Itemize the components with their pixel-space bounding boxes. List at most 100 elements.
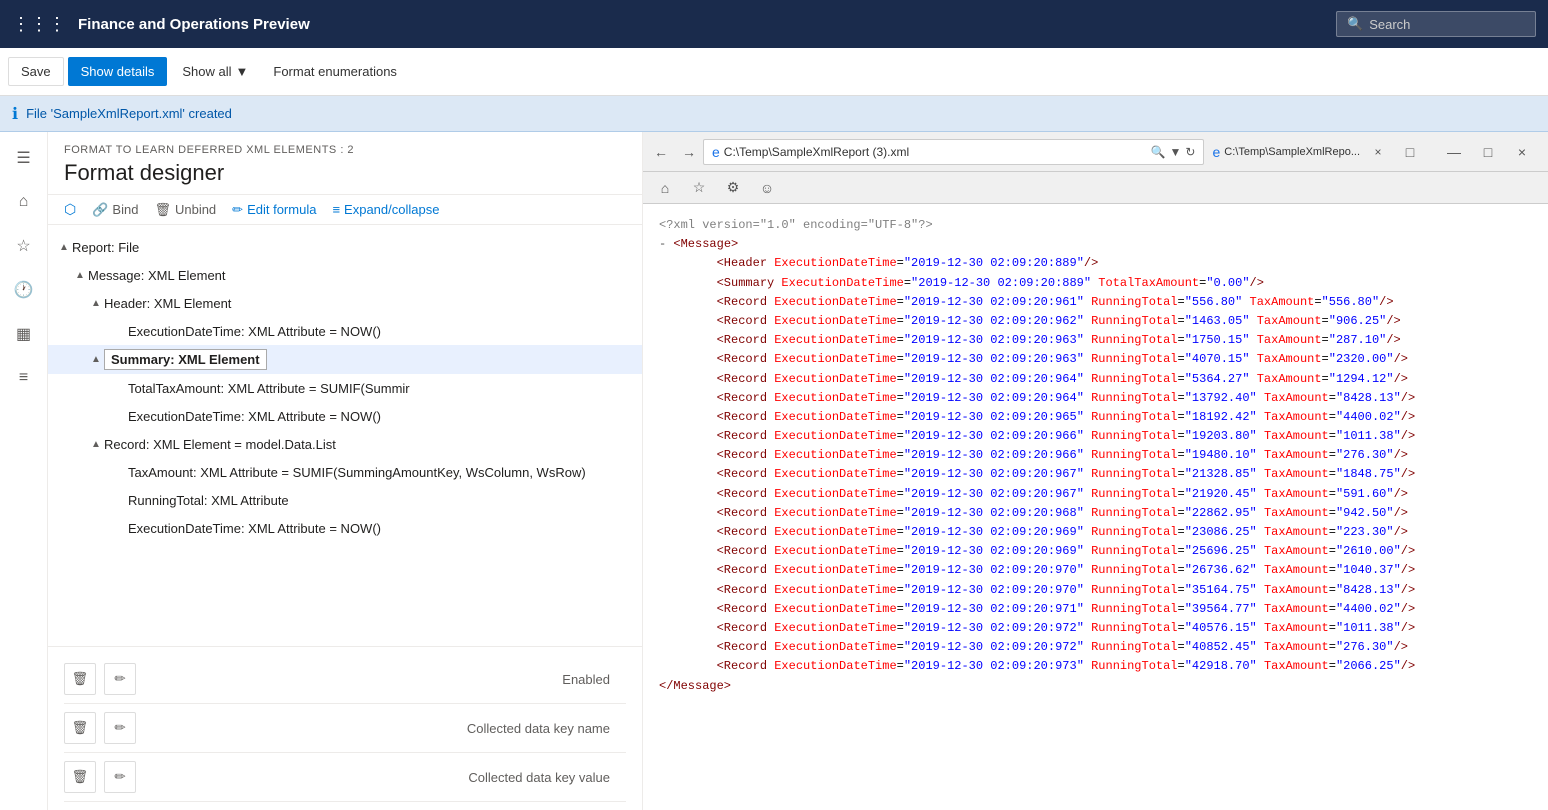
tree-toggle-summary[interactable]: ▲ — [88, 352, 104, 368]
tree-item-message[interactable]: ▲ Message: XML Element — [48, 261, 642, 289]
back-button[interactable]: ← — [647, 138, 675, 166]
address-dropdown-icon[interactable]: ▼ — [1170, 145, 1182, 159]
top-nav-bar: ⋮⋮⋮ Finance and Operations Preview 🔍 Sea… — [0, 0, 1548, 48]
expand-collapse-button[interactable]: ≡ Expand/collapse — [332, 202, 439, 217]
xml-record-10: <Record ExecutionDateTime="2019-12-30 02… — [659, 465, 1532, 484]
tree-item-total-tax[interactable]: TotalTaxAmount: XML Attribute = SUMIF(Su… — [48, 374, 642, 402]
tree-label-exec-header: ExecutionDateTime: XML Attribute = NOW() — [128, 324, 381, 339]
address-text-2: C:\Temp\SampleXmlRepo... — [1224, 146, 1360, 158]
sidebar-home-icon[interactable]: ⌂ — [6, 184, 42, 220]
sidebar-list-icon[interactable]: ≡ — [6, 360, 42, 396]
xml-record-20: <Record ExecutionDateTime="2019-12-30 02… — [659, 657, 1532, 676]
new-tab-button[interactable]: □ — [1396, 138, 1424, 166]
tree-toggle-tax-amount — [112, 464, 128, 480]
xml-record-7: <Record ExecutionDateTime="2019-12-30 02… — [659, 408, 1532, 427]
grid-icon[interactable]: ⋮⋮⋮ — [12, 14, 66, 35]
tree-item-summary[interactable]: ▲ Summary: XML Element — [48, 345, 642, 374]
sidebar-calendar-icon[interactable]: ▦ — [6, 316, 42, 352]
tree-container: ▲ Report: File ▲ Message: XML Element ▲ … — [48, 225, 642, 646]
tree-item-record[interactable]: ▲ Record: XML Element = model.Data.List — [48, 430, 642, 458]
bind-button[interactable]: 🔗 Bind — [92, 202, 138, 218]
designer-title: Format designer — [64, 160, 626, 186]
ie-icon-2: e — [1212, 144, 1220, 160]
xml-declaration: <?xml version="1.0" encoding="UTF-8"?> — [659, 216, 1532, 235]
home-icon[interactable]: ⌂ — [651, 174, 679, 202]
bind-label: Bind — [112, 202, 138, 217]
xml-viewer: ← → e C:\Temp\SampleXmlReport (3).xml 🔍 … — [643, 132, 1548, 810]
search-box[interactable]: 🔍 Search — [1336, 11, 1536, 37]
tree-item-running-total[interactable]: RunningTotal: XML Attribute — [48, 486, 642, 514]
sidebar-recent-icon[interactable]: 🕐 — [6, 272, 42, 308]
sidebar-star-icon[interactable]: ☆ — [6, 228, 42, 264]
filter-icon[interactable]: ⬡ — [64, 201, 76, 218]
designer-subtitle: FORMAT TO LEARN DEFERRED XML ELEMENTS : … — [64, 144, 626, 156]
app-title: Finance and Operations Preview — [78, 16, 1324, 33]
tree-toggle-record[interactable]: ▲ — [88, 436, 104, 452]
tree-toggle-report[interactable]: ▲ — [56, 239, 72, 255]
show-details-button[interactable]: Show details — [68, 57, 168, 86]
address-search-icon[interactable]: 🔍 — [1151, 145, 1166, 159]
unbind-button[interactable]: 🗑 Unbind — [154, 202, 216, 218]
tree-toggle-exec-header — [112, 323, 128, 339]
tree-toggle-total-tax — [112, 380, 128, 396]
info-icon: ℹ — [12, 104, 18, 124]
tree-item-header[interactable]: ▲ Header: XML Element — [48, 289, 642, 317]
minimize-button[interactable]: — — [1440, 138, 1468, 166]
tree-item-tax-amount[interactable]: TaxAmount: XML Attribute = SUMIF(Summing… — [48, 458, 642, 486]
browser-second-row: ⌂ ☆ ⚙ ☺ — [643, 172, 1548, 204]
formula-icon: ✏ — [232, 202, 243, 218]
window-close-button[interactable]: × — [1508, 138, 1536, 166]
tree-item-exec-record[interactable]: ExecutionDateTime: XML Attribute = NOW() — [48, 514, 642, 542]
xml-header-line: <Header ExecutionDateTime="2019-12-30 02… — [659, 254, 1532, 273]
tree-label-record: Record: XML Element = model.Data.List — [104, 437, 336, 452]
settings-icon[interactable]: ⚙ — [719, 174, 747, 202]
browser-star-icon[interactable]: ☆ — [685, 174, 713, 202]
xml-content: <?xml version="1.0" encoding="UTF-8"?> -… — [643, 204, 1548, 810]
save-button[interactable]: Save — [8, 57, 64, 86]
edit-formula-button[interactable]: ✏ Edit formula — [232, 202, 316, 218]
prop-row-enabled: 🗑 ✏ Enabled — [64, 655, 626, 704]
delete-enabled-button[interactable]: 🗑 — [64, 663, 96, 695]
tree-toggle-message[interactable]: ▲ — [72, 267, 88, 283]
tree-item-report[interactable]: ▲ Report: File — [48, 233, 642, 261]
tab-close-2[interactable]: × — [1364, 138, 1392, 166]
edit-keyvalue-button[interactable]: ✏ — [104, 761, 136, 793]
xml-record-5: <Record ExecutionDateTime="2019-12-30 02… — [659, 370, 1532, 389]
smiley-icon[interactable]: ☺ — [753, 174, 781, 202]
sidebar-hamburger-icon[interactable]: ☰ — [6, 140, 42, 176]
toolbar: Save Show details Show all ▼ Format enum… — [0, 48, 1548, 96]
prop-label-key-value: Collected data key value — [144, 770, 626, 785]
xml-record-19: <Record ExecutionDateTime="2019-12-30 02… — [659, 638, 1532, 657]
expand-label: Expand/collapse — [344, 202, 439, 217]
tree-item-exec-header[interactable]: ExecutionDateTime: XML Attribute = NOW() — [48, 317, 642, 345]
edit-enabled-button[interactable]: ✏ — [104, 663, 136, 695]
xml-record-13: <Record ExecutionDateTime="2019-12-30 02… — [659, 523, 1532, 542]
xml-message-close: </Message> — [659, 677, 1532, 696]
properties-panel: 🗑 ✏ Enabled 🗑 ✏ Collected data key name … — [48, 646, 642, 810]
forward-button[interactable]: → — [675, 138, 703, 166]
expand-icon: ≡ — [332, 202, 340, 217]
tree-toggle-header[interactable]: ▲ — [88, 295, 104, 311]
show-all-button[interactable]: Show all ▼ — [171, 57, 259, 86]
tree-label-total-tax: TotalTaxAmount: XML Attribute = SUMIF(Su… — [128, 381, 410, 396]
xml-record-18: <Record ExecutionDateTime="2019-12-30 02… — [659, 619, 1532, 638]
maximize-button[interactable]: □ — [1474, 138, 1502, 166]
browser-controls: — □ × — [1432, 138, 1544, 166]
tree-label-header: Header: XML Element — [104, 296, 231, 311]
xml-record-2: <Record ExecutionDateTime="2019-12-30 02… — [659, 312, 1532, 331]
tree-label-running-total: RunningTotal: XML Attribute — [128, 493, 289, 508]
xml-record-4: <Record ExecutionDateTime="2019-12-30 02… — [659, 350, 1532, 369]
delete-keyname-button[interactable]: 🗑 — [64, 712, 96, 744]
prop-row-key-value: 🗑 ✏ Collected data key value — [64, 753, 626, 802]
tree-label-exec-record: ExecutionDateTime: XML Attribute = NOW() — [128, 521, 381, 536]
edit-keyname-button[interactable]: ✏ — [104, 712, 136, 744]
address-bar[interactable]: e C:\Temp\SampleXmlReport (3).xml 🔍 ▼ ↻ — [703, 139, 1204, 165]
prop-label-enabled: Enabled — [144, 672, 626, 687]
tree-label-message: Message: XML Element — [88, 268, 226, 283]
delete-keyvalue-button[interactable]: 🗑 — [64, 761, 96, 793]
xml-record-1: <Record ExecutionDateTime="2019-12-30 02… — [659, 293, 1532, 312]
xml-record-8: <Record ExecutionDateTime="2019-12-30 02… — [659, 427, 1532, 446]
format-enumerations-button[interactable]: Format enumerations — [263, 58, 407, 85]
refresh-icon[interactable]: ↻ — [1185, 145, 1195, 159]
tree-item-exec-summary[interactable]: ExecutionDateTime: XML Attribute = NOW() — [48, 402, 642, 430]
